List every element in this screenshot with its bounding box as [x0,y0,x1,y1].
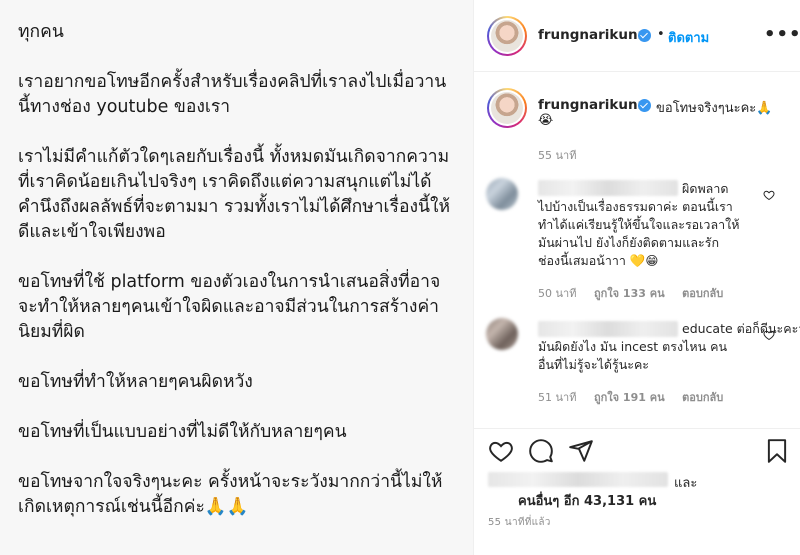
paper-plane-icon[interactable] [568,438,594,464]
post-paragraph: เราอยากขอโทษอีกครั้งสำหรับเรื่องคลิปที่เ… [18,72,447,117]
comment-likes-count[interactable]: ถูกใจ 191 คน [594,391,665,404]
comment-like-heart-icon[interactable] [763,189,775,201]
comment-text: ผิดพลาด [682,181,729,196]
caption-text: ขอโทษจริงๆนะคะ🙏 [656,101,773,116]
blurred-username [538,321,678,337]
comment-time: 51 นาที [538,391,577,404]
post-image: ทุกคน เราอยากขอโทษอีกครั้งสำหรับเรื่องคล… [0,0,473,555]
blurred-liked-by-users [488,472,668,487]
avatar[interactable] [487,16,527,56]
comment-text: ช่องนี้เสมอน้าาา 💛😁 [538,253,659,268]
caption-avatar[interactable] [487,88,527,128]
comment-meta: 51 นาที ถูกใจ 191 คน ตอบกลับ [538,388,737,406]
post-paragraph: เราไม่มีคำแก้ตัวใดๆเลยกับเรื่องนี้ ทั้งห… [18,147,451,242]
verified-badge-icon [638,99,651,112]
commenter-avatar-blurred[interactable] [486,178,518,210]
comment-bubble-icon[interactable] [528,438,554,464]
avatar-photo [491,92,523,124]
verified-badge-icon [638,29,651,42]
comment-text: มันผิดยังไง มัน incest ตรงไหน คน [538,339,728,354]
reply-button[interactable]: ตอบกลับ [682,391,723,404]
comment-text: educate ต่อก็ดีนะคะว่า [682,321,800,336]
separator-dot: • [657,27,665,42]
liked-by-and: และ [674,476,698,491]
follow-button[interactable]: ติดตาม [668,27,709,48]
post-paragraph: ขอโทษที่เป็นแบบอย่างที่ไม่ดีให้กับหลายๆค… [18,422,347,442]
commenter-avatar-blurred[interactable] [486,318,518,350]
post-header: frungnarikunn • ติดตาม ••• [474,0,800,72]
post-paragraph: ขอโทษจากใจจริงๆนะคะ ครั้งหน้าจะระวังมากก… [18,472,443,517]
comment-text: อื่นที่ไม่รู้จะได้รู้นะคะ [538,357,650,372]
comment-time: 50 นาที [538,287,577,300]
bookmark-icon[interactable] [764,438,790,464]
header-username[interactable]: frungnarikunn [538,27,647,43]
post-time: 55 นาทีที่แล้ว [488,517,551,528]
blurred-username [538,180,678,196]
caption-emoji: 😭 [538,113,554,128]
comment-likes-count[interactable]: ถูกใจ 133 คน [594,287,665,300]
post-action-bar [474,428,800,472]
post-paragraph: ขอโทษที่ใช้ platform ของตัวเองในการนำเสน… [18,272,441,342]
comment-text: ไปบ้างเป็นเรื่องธรรมดาค่ะ ตอนนี้เรา [538,199,733,214]
avatar-photo [491,20,523,52]
reply-button[interactable]: ตอบกลับ [682,287,723,300]
comment-text: ทำได้แค่เรียนรู้ให้ขึ้นใจและรอเวลาให้ [538,217,740,232]
comment-like-heart-icon[interactable] [763,329,775,341]
post-side-panel: frungnarikunn • ติดตาม ••• frungnarikunn… [473,0,800,555]
caption-username[interactable]: frungnarikunn [538,97,647,113]
comment-meta: 50 นาที ถูกใจ 133 คน ตอบกลับ [538,284,737,302]
more-options-icon[interactable]: ••• [764,24,800,45]
heart-icon[interactable] [488,438,514,464]
post-paragraph: ขอโทษที่ทำให้หลายๆคนผิดหวัง [18,372,253,392]
post-image-text: ทุกคน เราอยากขอโทษอีกครั้งสำหรับเรื่องคล… [18,20,458,545]
caption-time: 55 นาที [538,149,577,162]
comment-text: มันผ่านไป ยังไงก็ยังติดตามและรัก [538,235,720,250]
post-paragraph: ทุกคน [18,22,64,42]
likes-count[interactable]: คนอื่นๆ อีก 43,131 คน [518,490,656,511]
